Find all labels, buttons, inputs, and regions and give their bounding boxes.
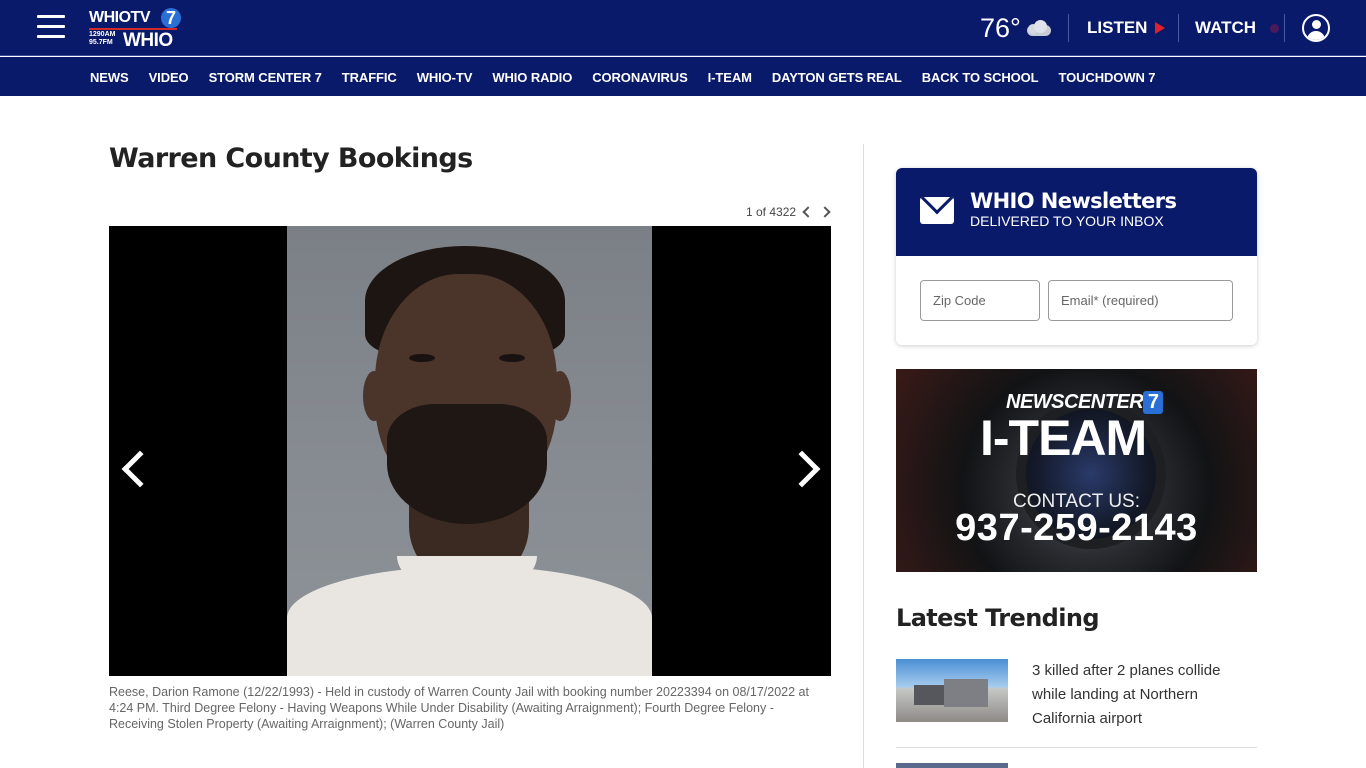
page-title: Warren County Bookings bbox=[109, 143, 473, 174]
gallery-next-arrow-icon[interactable] bbox=[783, 450, 821, 488]
logo-radio-text: WHIO bbox=[123, 30, 173, 51]
temperature: 76° bbox=[980, 12, 1021, 43]
story-headline: 3 killed after 2 planes collide while la… bbox=[1032, 662, 1221, 727]
newsletter-subtitle: DELIVERED TO YOUR INBOX bbox=[970, 213, 1164, 229]
photo-gallery bbox=[109, 226, 831, 676]
chevron-left-icon[interactable] bbox=[802, 206, 814, 218]
nav-item-video[interactable]: VIDEO bbox=[149, 70, 189, 85]
nav-item-i-team[interactable]: I-TEAM bbox=[708, 70, 752, 85]
logo-am: 1290AM bbox=[89, 31, 116, 38]
promo-team: I-TEAM bbox=[980, 410, 1147, 466]
listen-button[interactable]: LISTEN bbox=[1087, 18, 1166, 38]
main-nav: NEWS VIDEO STORM CENTER 7 TRAFFIC WHIO-T… bbox=[0, 57, 1366, 96]
newsletter-title: WHIO Newsletters bbox=[970, 189, 1177, 213]
weather-widget[interactable]: 76° bbox=[980, 12, 1053, 44]
nav-item-whio-tv[interactable]: WHIO-TV bbox=[417, 70, 473, 85]
promo-seven: 7 bbox=[1143, 391, 1164, 414]
menu-icon[interactable] bbox=[37, 15, 65, 39]
story-thumbnail bbox=[896, 659, 1008, 722]
zip-code-input[interactable] bbox=[920, 280, 1040, 321]
watch-label: WATCH bbox=[1195, 18, 1257, 37]
nav-item-back-to-school[interactable]: BACK TO SCHOOL bbox=[922, 70, 1039, 85]
newsletter-header: WHIO Newsletters DELIVERED TO YOUR INBOX bbox=[896, 168, 1257, 256]
gallery-count-text: 1 of 4322 bbox=[746, 205, 797, 219]
nav-item-touchdown-7[interactable]: TOUCHDOWN 7 bbox=[1059, 70, 1156, 85]
newsletter-signup: WHIO Newsletters DELIVERED TO YOUR INBOX bbox=[896, 168, 1257, 345]
watch-button[interactable]: WATCH bbox=[1195, 18, 1280, 38]
nav-item-traffic[interactable]: TRAFFIC bbox=[342, 70, 397, 85]
listen-label: LISTEN bbox=[1087, 18, 1148, 37]
nav-item-storm-center-7[interactable]: STORM CENTER 7 bbox=[209, 70, 322, 85]
account-icon[interactable] bbox=[1302, 14, 1330, 42]
nav-item-news[interactable]: NEWS bbox=[90, 70, 129, 85]
chevron-right-icon[interactable] bbox=[819, 206, 831, 218]
next-story-thumbnail bbox=[896, 763, 1008, 768]
logo-seven: 7 bbox=[161, 8, 181, 28]
gallery-prev-arrow-icon[interactable] bbox=[121, 450, 159, 488]
i-team-promo-banner[interactable]: NEWSCENTER 7 I-TEAM CONTACT US: 937-259-2… bbox=[896, 369, 1257, 572]
photo-caption: Reese, Darion Ramone (12/22/1993) - Held… bbox=[109, 685, 809, 731]
gallery-counter: 1 of 4322 bbox=[746, 205, 831, 219]
trending-story[interactable]: 3 killed after 2 planes collide while la… bbox=[896, 659, 1257, 748]
email-input[interactable] bbox=[1048, 280, 1233, 321]
mail-icon bbox=[920, 197, 954, 224]
promo-phone: 937-259-2143 bbox=[955, 507, 1198, 549]
live-dot-icon bbox=[1270, 23, 1280, 33]
header-divider bbox=[1178, 14, 1179, 42]
header-divider bbox=[1068, 14, 1069, 42]
nav-item-dayton-gets-real[interactable]: DAYTON GETS REAL bbox=[772, 70, 902, 85]
nav-item-whio-radio[interactable]: WHIO RADIO bbox=[492, 70, 572, 85]
logo-tv-text: WHIOTV bbox=[89, 9, 151, 26]
logo-frequencies: 1290AM 95.7FM bbox=[89, 31, 115, 47]
top-header: WHIOTV 7 1290AM 95.7FM WHIO 76° LISTEN W… bbox=[0, 0, 1366, 56]
booking-photo bbox=[287, 226, 652, 676]
trending-heading: Latest Trending bbox=[896, 604, 1100, 632]
logo-fm: 95.7FM bbox=[89, 39, 113, 46]
play-icon bbox=[1155, 22, 1166, 34]
partly-cloudy-icon bbox=[1025, 19, 1053, 37]
column-divider bbox=[863, 144, 864, 768]
nav-item-coronavirus[interactable]: CORONAVIRUS bbox=[592, 70, 688, 85]
whio-logo[interactable]: WHIOTV 7 1290AM 95.7FM WHIO bbox=[89, 8, 185, 51]
header-divider bbox=[1284, 14, 1285, 42]
